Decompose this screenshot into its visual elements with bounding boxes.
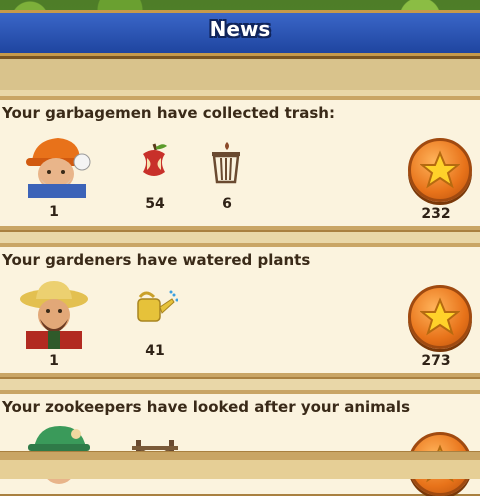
card-title: Your zookeepers have looked after your a… (2, 398, 410, 416)
collect-star-button[interactable] (408, 285, 472, 349)
trash-stat-apples: 54 (145, 196, 165, 212)
star-icon (420, 150, 460, 189)
gardener-portrait-icon (20, 281, 88, 349)
card-title: Your garbagemen have collected trash: (2, 104, 335, 122)
garbageman-portrait-icon (26, 138, 91, 198)
worker-count: 1 (49, 204, 59, 220)
news-card-gardeners: Your gardeners have watered plants 1 41 … (0, 243, 480, 377)
panel-bottom-fill (0, 460, 480, 479)
card-title: Your gardeners have watered plants (2, 251, 311, 269)
trash-can-icon (212, 142, 240, 184)
reward-value: 273 (421, 353, 451, 369)
watered-plants-stat: 41 (145, 343, 165, 359)
collect-star-button[interactable] (408, 138, 472, 202)
header-title: News (209, 17, 271, 41)
panel-top-strip (0, 58, 480, 90)
news-card-garbagemen: Your garbagemen have collected trash: 1 … (0, 96, 480, 230)
reward-value: 232 (421, 206, 451, 222)
star-icon (420, 297, 460, 336)
worker-count: 1 (49, 353, 59, 369)
trash-stat-bins: 6 (222, 196, 232, 212)
panel-bottom-frame (0, 452, 480, 460)
watering-can-icon (137, 290, 178, 322)
apple-core-icon (143, 143, 167, 176)
